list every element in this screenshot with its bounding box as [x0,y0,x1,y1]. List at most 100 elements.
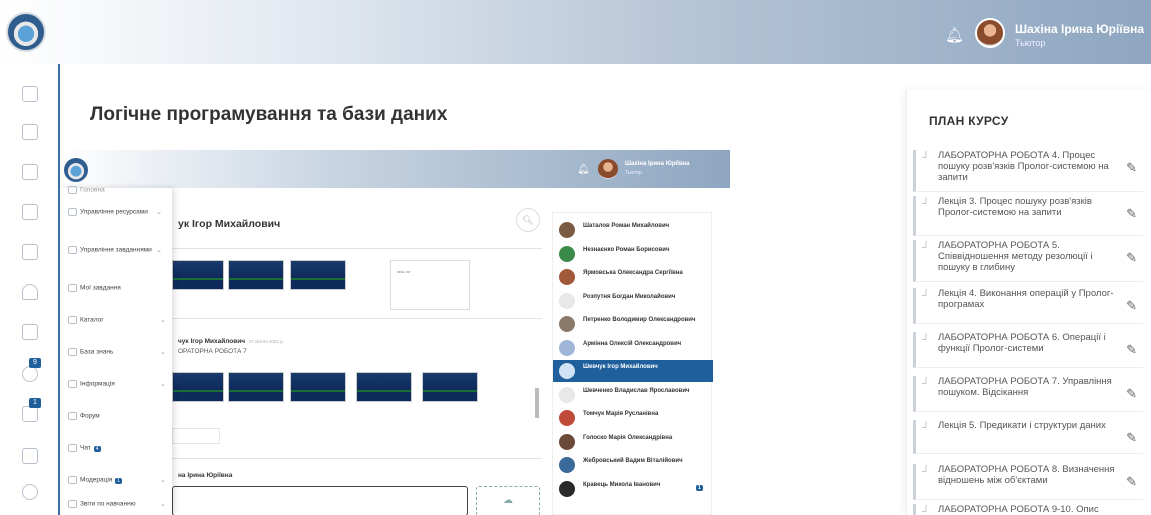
submission-title: ОРАТОРНА РОБОТА 7 [178,348,247,355]
student-name: Томчук Марія Русланівна [583,411,659,417]
embedded-menu-item: Чат 4 [68,444,168,452]
embedded-top-bar: 🔔︎ Шахіна Ірина Юріївна Тьютор [60,150,730,188]
edit-icon[interactable]: ✎ [1126,430,1137,446]
chat-icon[interactable] [22,366,38,382]
student-badge: 1 [696,484,703,491]
chat-badge: 9 [29,358,41,368]
submission-date: 27 квітня 2022 р. [249,339,284,344]
edit-icon[interactable]: ✎ [1126,298,1137,314]
embedded-menu-label: Інформація [80,380,115,388]
plan-item[interactable]: ┘ЛАБОРАТОРНА РОБОТА 9-10. Опис задач✎ [913,504,1143,515]
plan-item[interactable]: ┘ ЛАБОРАТОРНА РОБОТА 8. Визначення віднош… [913,464,1143,500]
tasks-icon [68,246,77,254]
plan-item[interactable]: ┘ ЛАБОРАТОРНА РОБОТА 6. Операції і функці… [913,332,1143,368]
embedded-menu-label: Чат [80,444,91,452]
student-avatar [559,480,575,497]
moderation-icon[interactable] [22,406,38,422]
student-name: Незнаєнко Роман Борисович [583,246,670,253]
edit-icon[interactable]: ✎ [1126,160,1137,176]
info-icon [68,380,77,388]
embedded-menu-label: Головна [80,186,105,194]
edit-icon[interactable]: ✎ [1126,206,1137,222]
lab-icon: ┘ [922,506,930,515]
plan-item-label: Лекція 3. Процес пошуку розв'язків Проло… [938,196,1092,218]
edit-icon[interactable]: ✎ [1126,342,1137,358]
embedded-bell-icon: 🔔︎ [577,164,590,175]
embedded-menu-item: Інформація ⌄ [68,380,168,388]
student-avatar [559,269,575,285]
screenshot-thumbnail [422,372,478,402]
embedded-student-heading: ук Ігор Михайлович [178,218,281,230]
comment-textarea [172,486,468,515]
chevron-down-icon: ⌄ [156,247,162,254]
avatar[interactable] [975,18,1005,48]
lab-icon: ┘ [922,378,930,390]
plan-item[interactable]: ┘ ЛАБОРАТОРНА РОБОТА 5. Співвідношення ме… [913,240,1143,282]
forum-icon[interactable] [22,324,38,340]
student-list-item: Голоско Марія Олександрівна [553,431,713,453]
embedded-menu-label: База знань [80,348,114,356]
attached-file: task.rar [390,260,470,310]
catalog-icon[interactable] [22,204,38,220]
lab-icon: ┘ [922,242,930,254]
divider [172,458,542,459]
edit-icon[interactable]: ✎ [1126,386,1137,402]
student-list-item: Незнаєнко Роман Борисович [553,243,713,265]
plan-item[interactable]: ┘ Лекція 3. Процес пошуку розв'язків Прол… [913,196,1143,236]
student-avatar [559,433,575,450]
plan-item[interactable]: ┘ ЛАБОРАТОРНА РОБОТА 4. Процес пошуку роз… [913,150,1143,192]
chevron-down-icon: ⌄ [160,381,166,388]
user-name[interactable]: Шахіна Ірина Юріївна [1015,22,1144,36]
knowledge-base-icon [68,348,77,356]
info-icon[interactable] [22,284,38,300]
bell-icon[interactable]: 🔔︎ [945,28,964,44]
embedded-menu-label: Управління ресурсами [80,208,148,216]
edit-icon[interactable]: ✎ [1126,474,1137,490]
university-logo[interactable] [6,12,46,52]
student-list-item: Армінна Олексій Олександрович [553,337,713,359]
reports-icon [68,500,77,508]
embedded-menu-label: Модерація [80,476,113,484]
student-list-item: Шаталов Роман Михайлович [553,219,713,241]
user-role: Тьютор [1015,38,1046,48]
plan-item[interactable]: ┘ ЛАБОРАТОРНА РОБОТА 7. Управління пошуко… [913,376,1143,412]
resources-icon [68,208,77,216]
student-avatar [559,316,575,332]
screenshot-thumbnail [228,260,284,290]
student-name: Петренко Володимир Олександрович [583,317,696,323]
globe-icon[interactable] [22,484,38,500]
student-list: Шаталов Роман Михайлович Незнаєнко Роман … [552,212,713,515]
lab-icon: ┘ [922,290,930,302]
plan-item-label: Лекція 5. Предикати і структури даних [938,420,1106,431]
embedded-logo [64,158,88,182]
plan-item-label: ЛАБОРАТОРНА РОБОТА 5. Співвідношення мет… [938,240,1093,273]
knowledge-base-icon[interactable] [22,244,38,260]
top-bar: 🔔︎ Шахіна Ірина Юріївна Тьютор [0,0,1151,64]
plan-item-label: ЛАБОРАТОРНА РОБОТА 9-10. Опис задач [938,504,1099,515]
embedded-scrollbar [535,388,539,418]
plan-item[interactable]: ┘ Лекція 5. Предикати і структури даних ✎ [913,420,1143,454]
edit-icon[interactable]: ✎ [1126,250,1137,266]
plan-item[interactable]: ┘ Лекція 4. Виконання операцій у Пролог-п… [913,288,1143,324]
moderation-badge: 1 [29,398,41,408]
screenshot-thumbnail [172,260,224,290]
embedded-input [172,428,220,444]
attached-file-name: task.rar [397,269,411,274]
embedded-menu-item: Модерація 1 ⌄ [68,476,168,484]
student-avatar [559,222,575,238]
embedded-user-name: Шахіна Ірина Юріївна [625,161,690,167]
screenshot-thumbnail [356,372,412,402]
student-list-item: Томчук Марія Русланівна [553,407,713,429]
my-tasks-icon[interactable] [22,164,38,180]
embedded-menu-item: Форум [68,412,168,420]
comment-author: на Ірина Юріївна [178,472,233,479]
forum-icon [68,412,77,420]
tasks-icon[interactable] [22,124,38,140]
resources-icon[interactable] [22,86,38,102]
reports-icon[interactable] [22,448,38,464]
chat-icon [68,444,77,452]
submission-author: чук Ігор Михайлович 27 квітня 2022 р. [178,338,284,345]
embedded-avatar [598,159,618,179]
plan-item-label: ЛАБОРАТОРНА РОБОТА 8. Визначення відноше… [938,464,1115,486]
student-name: Кравець Микола Іванович [583,481,661,488]
